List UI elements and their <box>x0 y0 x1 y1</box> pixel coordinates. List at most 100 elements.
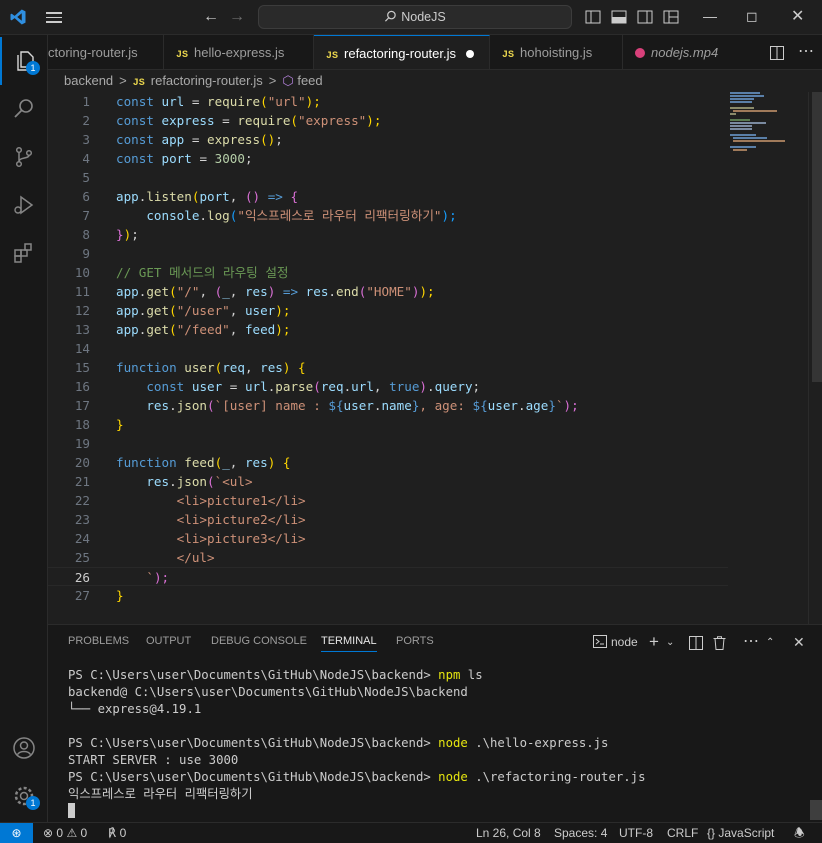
tab-debug-console[interactable]: DEBUG CONSOLE <box>211 635 307 647</box>
token: "/" <box>176 284 200 299</box>
tab-output[interactable]: OUTPUT <box>146 635 191 647</box>
back-arrow-icon[interactable]: ← <box>203 8 219 26</box>
editor-scrollbar[interactable] <box>808 92 822 624</box>
tab-ports[interactable]: PORTS <box>396 635 434 647</box>
breadcrumb-symbol[interactable]: feed <box>297 73 322 88</box>
token: = <box>191 151 215 166</box>
manage-activity[interactable]: 1 <box>0 772 48 820</box>
js-file-icon: JS <box>132 78 145 89</box>
code-line: 25 </ul> <box>48 548 728 567</box>
token: require <box>207 94 261 109</box>
token: => <box>275 284 306 299</box>
close-window-icon[interactable]: ✕ <box>791 6 804 26</box>
tab-terminal[interactable]: TERMINAL <box>321 635 377 652</box>
code-line: 24 <li>picture3</li> <box>48 529 728 548</box>
indentation[interactable]: Spaces: 4 <box>554 823 607 843</box>
code-line: 13 app.get("/feed", feed); <box>48 320 728 339</box>
terminal-command: npm <box>438 668 461 682</box>
token: > <box>199 512 208 527</box>
tab-hello-express[interactable]: JS hello-express.js <box>164 35 314 69</box>
token: ${ <box>472 398 488 413</box>
token: const <box>146 379 185 394</box>
line-number: 22 <box>74 493 90 508</box>
code-editor[interactable]: 1 const url = require("url"); 2 const expr… <box>48 92 822 624</box>
forward-arrow-icon[interactable]: → <box>229 8 245 26</box>
token: { <box>290 189 299 204</box>
token: , <box>199 284 215 299</box>
tab-refactoring-router-partial[interactable]: ctoring-router.js <box>48 35 164 69</box>
trash-icon[interactable] <box>713 636 726 650</box>
shell-name: node <box>611 635 638 649</box>
extensions-activity[interactable] <box>0 229 48 277</box>
split-terminal-icon[interactable] <box>689 636 703 650</box>
tab-problems[interactable]: PROBLEMS <box>68 635 129 647</box>
minimize-icon[interactable]: — <box>703 8 717 24</box>
tab-nodejs-mp4[interactable]: nodejs.mp4 <box>623 35 763 69</box>
line-number: 23 <box>74 512 90 527</box>
token: = <box>214 113 238 128</box>
tab-label: hohoisting.js <box>520 45 593 60</box>
token: "/feed" <box>176 322 230 337</box>
token: get <box>146 303 170 318</box>
language-mode[interactable]: {} JavaScript <box>707 823 774 843</box>
tab-hohoisting[interactable]: JS hohoisting.js <box>490 35 623 69</box>
split-editor-icon[interactable] <box>770 46 784 60</box>
toggle-panel-icon[interactable] <box>611 10 627 24</box>
run-debug-activity[interactable] <box>0 181 48 229</box>
command-center-search[interactable]: NodeJS <box>258 5 572 29</box>
remote-indicator[interactable]: ⊛ <box>0 823 33 843</box>
token: , <box>244 360 261 375</box>
error-count: 0 <box>56 826 64 840</box>
more-actions-icon[interactable]: ⋯ <box>798 35 814 68</box>
terminal-scrollbar-thumb[interactable] <box>810 800 822 820</box>
toggle-secondary-sidebar-icon[interactable] <box>637 10 653 24</box>
line-number: 2 <box>82 113 90 128</box>
token: ); <box>366 113 382 128</box>
encoding[interactable]: UTF-8 <box>619 823 653 843</box>
more-actions-icon[interactable]: ⋯ <box>743 631 759 651</box>
scrollbar-thumb[interactable] <box>812 92 822 382</box>
toggle-primary-sidebar-icon[interactable] <box>585 10 601 24</box>
line-number: 16 <box>74 379 90 394</box>
new-terminal-icon[interactable]: + <box>649 632 659 652</box>
menu-icon[interactable] <box>44 9 64 25</box>
maximize-icon[interactable]: ◻ <box>746 8 758 25</box>
token: li <box>282 512 299 527</box>
minimap[interactable] <box>728 92 788 152</box>
unsaved-dot-icon[interactable] <box>466 50 475 58</box>
explorer-activity[interactable]: 1 <box>0 37 48 85</box>
minimap-line <box>733 149 747 151</box>
search-activity[interactable] <box>0 85 48 133</box>
cursor-position[interactable]: Ln 26, Col 8 <box>476 823 541 843</box>
notifications-bell-icon[interactable]: 🕭 <box>794 823 805 843</box>
problems-status[interactable]: ⊗ 0 ⚠ 0 <box>43 823 87 843</box>
end-of-line[interactable]: CRLF <box>667 823 698 843</box>
token: ( <box>313 379 321 394</box>
source-control-activity[interactable] <box>0 133 48 181</box>
chevron-down-icon[interactable]: ⌄ <box>666 637 674 648</box>
token: res <box>244 455 268 470</box>
close-panel-icon[interactable]: ✕ <box>793 634 805 651</box>
line-number: 14 <box>74 341 90 356</box>
breadcrumb-folder[interactable]: backend <box>64 73 113 88</box>
line-number: 3 <box>82 132 90 147</box>
token: _ <box>222 455 230 470</box>
tab-label: nodejs.mp4 <box>651 45 719 60</box>
maximize-panel-icon[interactable]: ⌃ <box>766 637 774 648</box>
token: , <box>229 322 245 337</box>
token: true <box>389 379 420 394</box>
token: . <box>518 398 526 413</box>
media-file-icon <box>635 48 645 58</box>
terminal-output[interactable]: PS C:\Users\user\Documents\GitHub\NodeJS… <box>68 667 645 820</box>
token: . <box>199 208 208 223</box>
terminal-shell-selector[interactable]: node <box>593 635 638 649</box>
breadcrumb-file[interactable]: refactoring-router.js <box>151 73 263 88</box>
tab-refactoring-router[interactable]: JS refactoring-router.js <box>314 35 490 69</box>
customize-layout-icon[interactable] <box>663 10 679 24</box>
terminal-command: node <box>438 736 468 750</box>
accounts-activity[interactable] <box>0 724 48 772</box>
token: => <box>260 189 291 204</box>
ports-status[interactable]: ℟ 0 <box>108 823 126 843</box>
terminal-prompt: PS C:\Users\user\Documents\GitHub\NodeJS… <box>68 668 439 682</box>
